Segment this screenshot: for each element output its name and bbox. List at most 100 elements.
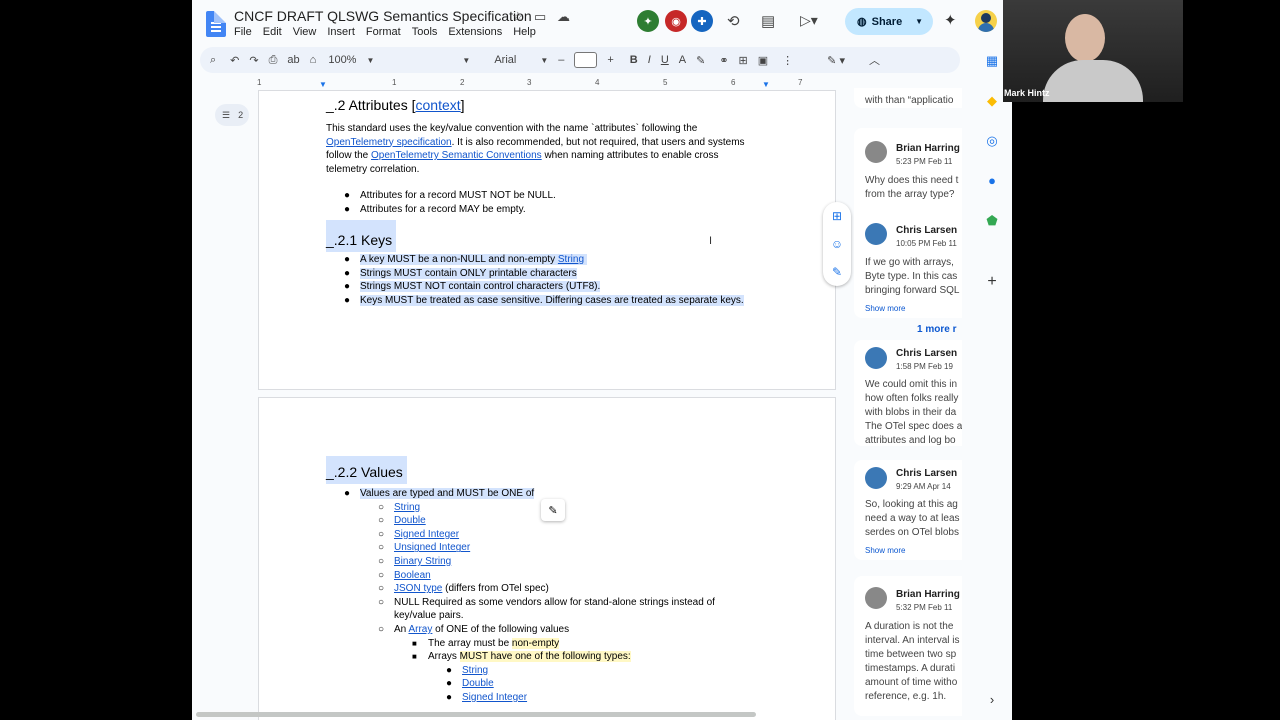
add-comment-icon[interactable]: ⊞ <box>739 54 748 67</box>
show-more-link[interactable]: Show more <box>865 302 905 316</box>
addon-red-icon[interactable]: ◉ <box>665 10 687 32</box>
addon-green-icon[interactable]: ✦ <box>637 10 659 32</box>
more-icon[interactable]: ⋮ <box>782 54 793 67</box>
json-type-link[interactable]: JSON type <box>394 583 442 594</box>
comment-card[interactable]: Chris Larsen 9:29 AM Apr 14 So, looking … <box>854 460 962 560</box>
share-button[interactable]: ◍ Share ▼ <box>845 8 933 35</box>
comment-author: Chris Larsen <box>896 348 958 359</box>
list-item: ● Values are typed and MUST be ONE of <box>344 488 535 499</box>
right-indent-marker-icon[interactable]: ▼ <box>762 80 770 89</box>
contacts-icon[interactable]: ● <box>982 173 1002 188</box>
menu-tools[interactable]: Tools <box>412 26 438 38</box>
type-signed-integer-link[interactable]: Signed Integer <box>394 529 459 540</box>
add-on-plus-icon[interactable]: + <box>982 273 1002 291</box>
comment-card[interactable]: Brian Harring 5:32 PM Feb 11 A duration … <box>854 576 962 716</box>
comment-card[interactable]: Brian Harring 5:23 PM Feb 11 Why does th… <box>854 128 962 318</box>
keep-icon[interactable]: ◆ <box>982 93 1002 109</box>
add-comment-icon[interactable]: ⊞ <box>832 209 842 223</box>
document-page[interactable]: _.2 Attributes [context] This standard u… <box>258 90 836 390</box>
comment-card[interactable]: Chris Larsen 1:58 PM Feb 19 We could omi… <box>854 340 962 446</box>
list-item: ● A key MUST be a non-NULL and non-empty … <box>344 253 744 267</box>
type-unsigned-integer-link[interactable]: Unsigned Integer <box>394 542 470 553</box>
maps-icon[interactable]: ⬟ <box>982 213 1002 229</box>
menu-edit[interactable]: Edit <box>263 26 282 38</box>
print-icon[interactable]: ⎙ <box>269 54 278 67</box>
text-color-icon[interactable]: A <box>679 54 686 66</box>
font-size-input[interactable] <box>574 52 598 68</box>
zoom-select[interactable]: 100% <box>328 54 356 66</box>
horizontal-scrollbar[interactable] <box>196 712 756 717</box>
otel-semconv-link[interactable]: OpenTelemetry Semantic Conventions <box>371 150 542 161</box>
tasks-icon[interactable]: ◎ <box>982 133 1002 149</box>
cloud-status-icon[interactable]: ☁ <box>557 9 570 25</box>
menu-insert[interactable]: Insert <box>327 26 355 38</box>
comment-text: A duration is not the <box>865 621 954 632</box>
undo-icon[interactable]: ↶ <box>230 54 239 67</box>
document-page[interactable]: _.2.2 Values ● Values are typed and MUST … <box>258 397 836 720</box>
context-link[interactable]: context <box>416 97 461 113</box>
menu-help[interactable]: Help <box>513 26 536 38</box>
calendar-icon[interactable]: ▦ <box>982 53 1002 69</box>
font-select[interactable]: Arial <box>494 54 538 66</box>
otel-spec-link[interactable]: OpenTelemetry specification <box>326 137 452 148</box>
string-link[interactable]: String <box>558 254 584 265</box>
menu-format[interactable]: Format <box>366 26 401 38</box>
type-double-link[interactable]: Double <box>394 515 426 526</box>
array-type-signed-integer-link[interactable]: Signed Integer <box>462 692 527 703</box>
list-item: ● Signed Integer <box>446 691 528 703</box>
type-boolean-link[interactable]: Boolean <box>394 570 431 581</box>
addon-blue-icon[interactable]: ✚ <box>691 10 713 32</box>
array-type-string-link[interactable]: String <box>462 665 488 676</box>
chevron-right-icon[interactable]: › <box>982 692 1002 707</box>
list-item: ■ Arrays MUST have one of the following t… <box>412 651 631 663</box>
insert-image-icon[interactable]: ▣ <box>758 54 768 67</box>
meet-icon[interactable]: ▷▾ <box>800 12 818 29</box>
list-item-text: Attributes for a record MAY be empty. <box>360 203 526 215</box>
docs-logo-icon[interactable] <box>206 11 226 37</box>
type-binary-string-link[interactable]: Binary String <box>394 556 451 567</box>
search-menus-icon[interactable]: ⌕ <box>210 54 216 67</box>
array-type-double-link[interactable]: Double <box>462 678 494 689</box>
comments-icon[interactable]: ▤ <box>761 12 775 30</box>
show-more-link[interactable]: Show more <box>865 544 905 558</box>
menu-file[interactable]: File <box>234 26 252 38</box>
document-title[interactable]: CNCF DRAFT QLSWG Semantics Specification <box>234 8 532 24</box>
underline-icon[interactable]: U <box>661 54 669 66</box>
chevron-down-icon[interactable]: ▼ <box>915 17 923 26</box>
horizontal-ruler[interactable]: 1 1 2 3 4 5 6 7 ▼ ▼ <box>257 78 837 90</box>
increase-size-icon[interactable]: + <box>607 54 613 66</box>
type-string-link[interactable]: String <box>394 502 420 513</box>
array-link[interactable]: Array <box>408 624 432 635</box>
indent-marker-icon[interactable]: ▼ <box>319 80 327 89</box>
italic-icon[interactable]: I <box>648 54 651 66</box>
bold-icon[interactable]: B <box>630 54 638 66</box>
highlight-icon[interactable]: ✎ <box>696 54 705 67</box>
menu-view[interactable]: View <box>293 26 317 38</box>
list-item-text: non-empty <box>511 637 560 649</box>
redo-icon[interactable]: ↷ <box>249 54 258 67</box>
collapse-menus-icon[interactable]: ︿ <box>869 52 880 68</box>
style-select-chevron-icon[interactable]: ▼ <box>462 56 470 65</box>
gemini-icon[interactable]: ✦ <box>944 11 957 29</box>
list-item-text: Attributes for a record MUST NOT be NULL… <box>360 190 556 201</box>
outline-toggle[interactable]: ☰ 2 <box>215 104 249 126</box>
comment-card[interactable]: with than “applicatio <box>854 88 962 108</box>
list-item: ○ Boolean <box>378 569 431 581</box>
paragraph-text: follow the <box>326 150 372 161</box>
link-icon[interactable]: ⚭ <box>719 54 728 67</box>
move-folder-icon[interactable]: ▭ <box>534 9 546 25</box>
menu-extensions[interactable]: Extensions <box>448 26 502 38</box>
chevron-down-icon: ▼ <box>366 55 375 65</box>
paint-format-icon[interactable]: ⌂ <box>310 54 317 66</box>
more-replies-link[interactable]: 1 more r <box>917 324 956 335</box>
spellcheck-icon[interactable]: ab <box>287 54 299 66</box>
avatar[interactable] <box>975 10 997 32</box>
emoji-reaction-icon[interactable]: ☺ <box>831 237 843 251</box>
star-icon[interactable]: ☆ <box>512 9 524 25</box>
decrease-size-icon[interactable]: – <box>558 54 564 66</box>
edit-suggest-icon[interactable]: ✎ <box>541 499 565 521</box>
editing-mode-icon[interactable]: ✎ ▾ <box>827 54 845 67</box>
list-item: ○ Unsigned Integer <box>378 542 471 554</box>
suggest-edits-icon[interactable]: ✎ <box>832 265 842 279</box>
version-history-icon[interactable]: ⟲ <box>727 12 740 30</box>
